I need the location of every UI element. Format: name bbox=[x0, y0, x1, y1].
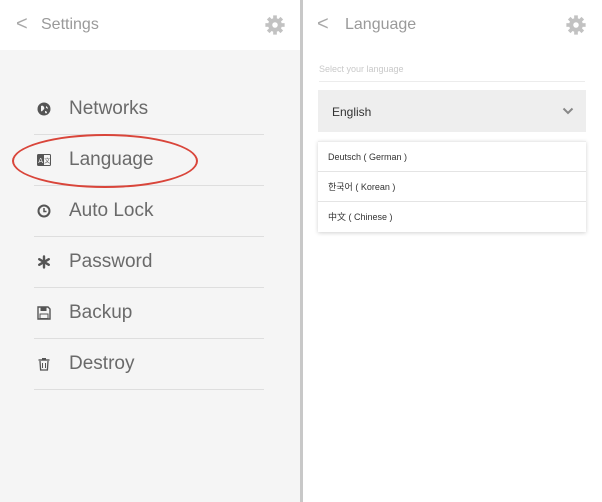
svg-text:文: 文 bbox=[44, 157, 50, 165]
settings-pane: < Settings Networks A 文 Language Auto Lo… bbox=[0, 0, 300, 502]
chevron-down-icon bbox=[562, 107, 574, 115]
language-pane: < Language Select your language English … bbox=[303, 0, 602, 502]
floppy-disk-icon bbox=[37, 306, 51, 320]
menu-item-label: Destroy bbox=[69, 353, 135, 374]
selected-language: English bbox=[332, 105, 372, 119]
menu-item-language[interactable]: A 文 Language bbox=[34, 135, 264, 186]
gear-icon[interactable] bbox=[565, 14, 587, 36]
settings-title: Settings bbox=[41, 16, 99, 33]
language-option-chinese[interactable]: 中文 ( Chinese ) bbox=[318, 202, 586, 232]
language-icon: A 文 bbox=[37, 154, 51, 166]
asterisk-icon bbox=[38, 255, 51, 269]
back-button[interactable]: < bbox=[16, 14, 28, 34]
menu-item-destroy[interactable]: Destroy bbox=[34, 339, 264, 390]
language-option-korean[interactable]: 한국어 ( Korean ) bbox=[318, 172, 586, 202]
language-options-list: Deutsch ( German ) 한국어 ( Korean ) 中文 ( C… bbox=[318, 141, 586, 232]
menu-item-label: Networks bbox=[69, 98, 149, 119]
trash-icon bbox=[38, 358, 50, 371]
svg-text:A: A bbox=[38, 157, 43, 165]
menu-item-label: Language bbox=[69, 149, 154, 170]
language-select[interactable]: English bbox=[318, 90, 586, 132]
select-language-hint: Select your language bbox=[319, 62, 585, 82]
language-header: < Language bbox=[303, 0, 602, 50]
menu-item-label: Password bbox=[69, 251, 153, 272]
menu-item-label: Auto Lock bbox=[69, 200, 154, 221]
language-title: Language bbox=[345, 16, 417, 33]
back-button[interactable]: < bbox=[317, 14, 329, 34]
globe-icon bbox=[37, 102, 51, 116]
settings-menu: Networks A 文 Language Auto Lock Password… bbox=[34, 84, 264, 390]
menu-item-label: Backup bbox=[69, 302, 133, 323]
gear-icon[interactable] bbox=[264, 14, 286, 36]
menu-item-backup[interactable]: Backup bbox=[34, 288, 264, 339]
language-option-german[interactable]: Deutsch ( German ) bbox=[318, 142, 586, 172]
menu-item-networks[interactable]: Networks bbox=[34, 84, 264, 135]
settings-header: < Settings bbox=[0, 0, 300, 50]
clock-icon bbox=[37, 204, 51, 218]
menu-item-password[interactable]: Password bbox=[34, 237, 264, 288]
menu-item-auto-lock[interactable]: Auto Lock bbox=[34, 186, 264, 237]
